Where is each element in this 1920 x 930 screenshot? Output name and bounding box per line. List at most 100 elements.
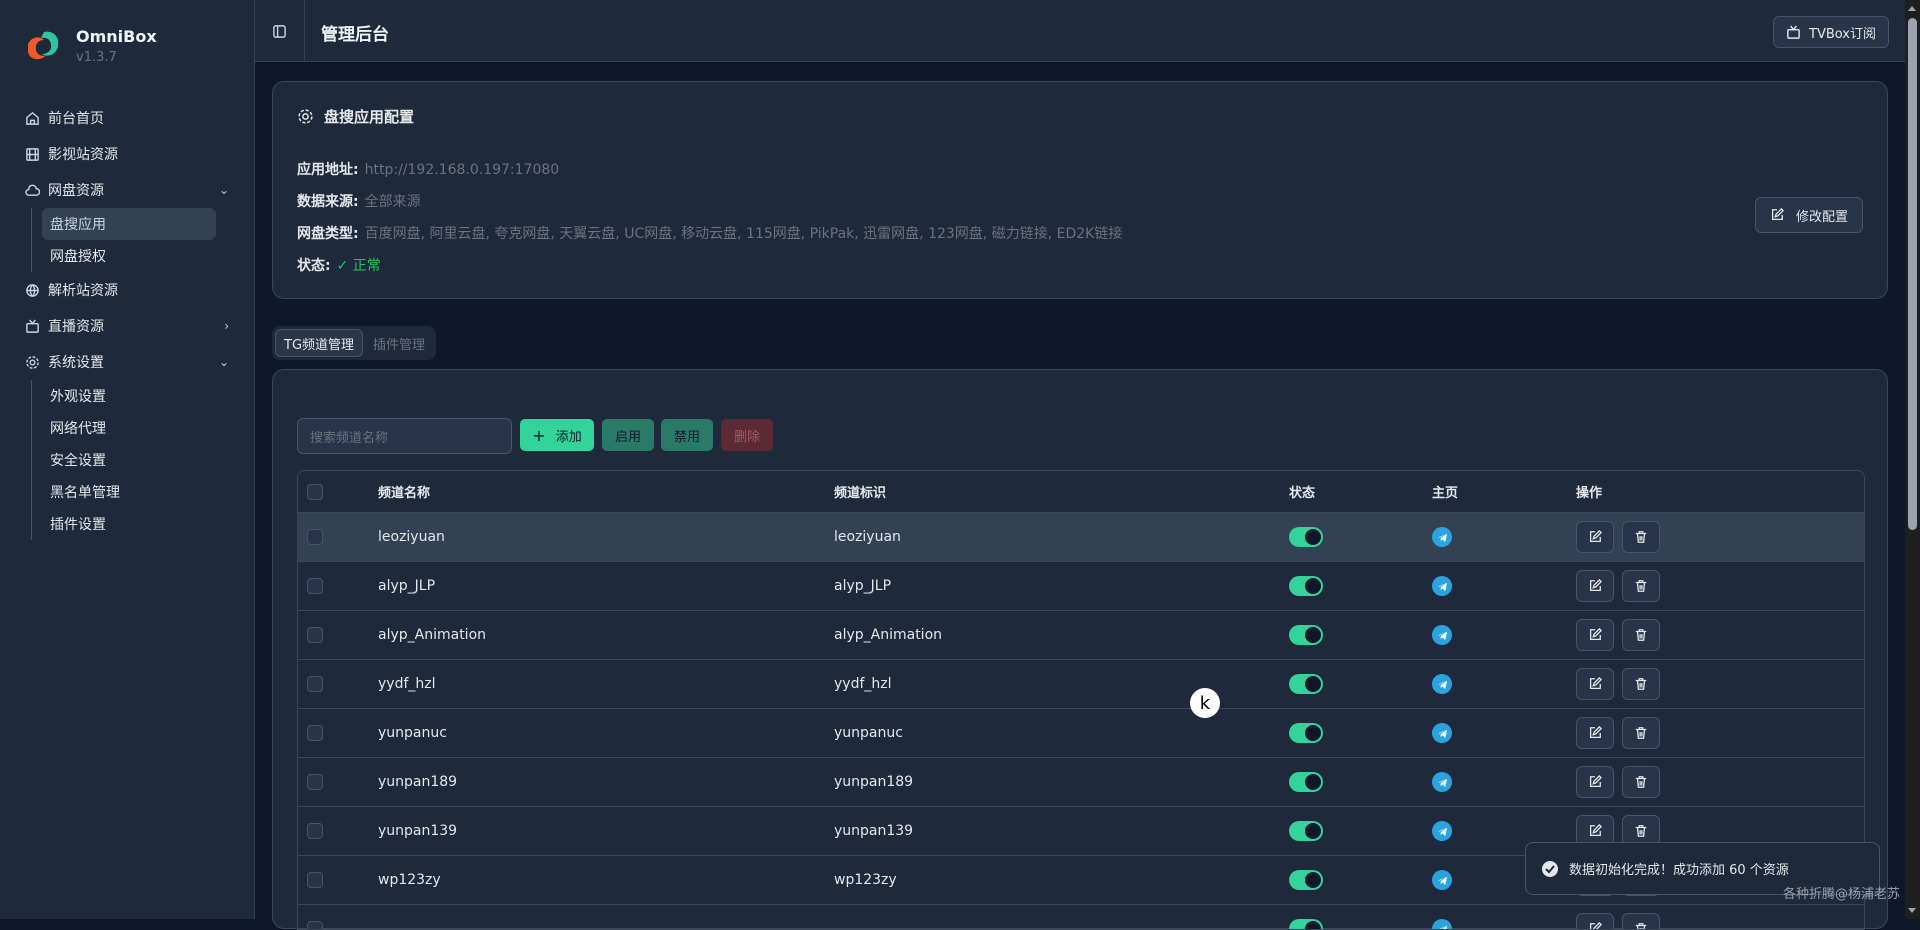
telegram-icon[interactable]: [1432, 821, 1452, 841]
channel-id: yunpan189: [834, 774, 914, 790]
edit-row-button[interactable]: [1576, 668, 1614, 700]
delete-row-button[interactable]: [1622, 570, 1660, 602]
channel-name: alyp_JLP: [378, 578, 436, 594]
telegram-icon[interactable]: [1432, 723, 1452, 743]
sidebar-item-proxy[interactable]: 网络代理: [42, 412, 216, 444]
edit-row-button[interactable]: [1576, 619, 1614, 651]
channel-id: leoziyuan: [834, 529, 901, 545]
edit-config-button[interactable]: 修改配置: [1754, 197, 1863, 233]
tvbox-subscribe-button[interactable]: TVBox订阅: [1773, 16, 1889, 48]
scrollbar-thumb[interactable]: [1908, 18, 1917, 530]
row-checkbox[interactable]: [307, 529, 323, 545]
sidebar-item-label: 直播资源: [48, 319, 104, 335]
row-checkbox[interactable]: [307, 627, 323, 643]
status-toggle[interactable]: [1289, 919, 1323, 929]
enable-button[interactable]: 启用: [602, 419, 654, 451]
select-all-checkbox[interactable]: [307, 483, 323, 500]
delete-row-button[interactable]: [1622, 668, 1660, 700]
sidebar-item-label: 解析站资源: [48, 283, 118, 299]
sidebar-item-blacklist[interactable]: 黑名单管理: [42, 476, 216, 508]
status-toggle[interactable]: [1289, 821, 1323, 841]
table-row: [298, 904, 1864, 929]
status-toggle[interactable]: [1289, 723, 1323, 743]
table-row: yunpan189 yunpan189: [298, 757, 1864, 806]
tab-plugins[interactable]: 插件管理: [365, 329, 433, 357]
row-checkbox[interactable]: [307, 921, 323, 929]
row-checkbox[interactable]: [307, 872, 323, 888]
config-source: 数据来源: 全部来源: [297, 191, 421, 211]
globe-icon: [24, 282, 40, 298]
sidebar-item-plugin-settings[interactable]: 插件设置: [42, 508, 216, 540]
delete-row-button[interactable]: [1622, 619, 1660, 651]
types-value: 百度网盘, 阿里云盘, 夸克网盘, 天翼云盘, UC网盘, 移动云盘, 115网…: [364, 226, 1123, 242]
telegram-icon[interactable]: [1432, 772, 1452, 792]
cloud-icon: [24, 182, 40, 198]
sidebar-item-label: 网盘资源: [48, 183, 104, 199]
tab-tg-channels[interactable]: TG频道管理: [275, 329, 364, 357]
sidebar-item-label: 系统设置: [48, 355, 104, 371]
config-title: 盘搜应用配置: [324, 108, 415, 126]
row-checkbox[interactable]: [307, 676, 323, 692]
status-toggle[interactable]: [1289, 870, 1323, 890]
status-toggle[interactable]: [1289, 576, 1323, 596]
film-icon: [24, 146, 40, 162]
channel-search-input[interactable]: 搜索频道名称: [297, 418, 512, 454]
sidebar-item-pansou[interactable]: 盘搜应用: [42, 208, 216, 240]
sidebar-item-cloud-drive[interactable]: 网盘资源 ⌄: [0, 172, 255, 208]
edit-row-button[interactable]: [1576, 913, 1614, 929]
row-checkbox[interactable]: [307, 823, 323, 839]
sidebar-item-parse-sites[interactable]: 解析站资源: [0, 272, 255, 308]
edit-row-button[interactable]: [1576, 766, 1614, 798]
delete-button[interactable]: 删除: [721, 419, 773, 451]
status-toggle[interactable]: [1289, 527, 1323, 547]
delete-row-button[interactable]: [1622, 521, 1660, 553]
chevron-down-icon: ⌄: [218, 355, 229, 369]
chevron-right-icon: ›: [224, 319, 229, 333]
channel-name: yydf_hzl: [378, 676, 436, 692]
edit-row-button[interactable]: [1576, 521, 1614, 553]
add-button[interactable]: + 添加: [520, 419, 594, 451]
edit-icon: [1589, 824, 1602, 837]
telegram-icon[interactable]: [1432, 674, 1452, 694]
add-label: 添加: [555, 429, 582, 445]
sidebar-item-live[interactable]: 直播资源 ›: [0, 308, 255, 344]
scroll-down-arrow-icon[interactable]: [1908, 908, 1916, 913]
page-scrollbar[interactable]: [1905, 0, 1920, 919]
edit-row-button[interactable]: [1576, 717, 1614, 749]
status-toggle[interactable]: [1289, 625, 1323, 645]
sidebar-item-film-sites[interactable]: 影视站资源: [0, 136, 255, 172]
sidebar-item-home[interactable]: 前台首页: [0, 100, 255, 136]
scroll-up-arrow-icon[interactable]: [1908, 6, 1916, 11]
sidebar-item-drive-auth[interactable]: 网盘授权: [42, 240, 216, 272]
delete-row-button[interactable]: [1622, 717, 1660, 749]
edit-row-button[interactable]: [1576, 570, 1614, 602]
tv-icon: [24, 318, 40, 334]
telegram-icon[interactable]: [1432, 576, 1452, 596]
table-row: yydf_hzl yydf_hzl: [298, 659, 1864, 708]
sidebar-item-security[interactable]: 安全设置: [42, 444, 216, 476]
status-label: 状态:: [297, 258, 331, 274]
address-label: 应用地址:: [297, 162, 359, 178]
address-value: http://192.168.0.197:17080: [364, 162, 560, 178]
trash-icon: [1635, 580, 1647, 592]
tv-icon: [1787, 25, 1800, 39]
table-row: alyp_Animation alyp_Animation: [298, 610, 1864, 659]
source-value: 全部来源: [364, 194, 421, 210]
sidebar-toggle-button[interactable]: [255, 0, 305, 62]
row-checkbox[interactable]: [307, 774, 323, 790]
row-checkbox[interactable]: [307, 725, 323, 741]
telegram-icon[interactable]: [1432, 870, 1452, 890]
row-checkbox[interactable]: [307, 578, 323, 594]
sidebar-item-settings[interactable]: 系统设置 ⌄: [0, 344, 255, 380]
edit-icon: [1589, 922, 1602, 929]
delete-row-button[interactable]: [1622, 913, 1660, 929]
sidebar-item-appearance[interactable]: 外观设置: [42, 380, 216, 412]
telegram-icon[interactable]: [1432, 625, 1452, 645]
telegram-icon[interactable]: [1432, 919, 1452, 929]
status-toggle[interactable]: [1289, 674, 1323, 694]
telegram-icon[interactable]: [1432, 527, 1452, 547]
delete-row-button[interactable]: [1622, 766, 1660, 798]
disable-button[interactable]: 禁用: [661, 419, 713, 451]
status-toggle[interactable]: [1289, 772, 1323, 792]
trash-icon: [1635, 923, 1647, 929]
